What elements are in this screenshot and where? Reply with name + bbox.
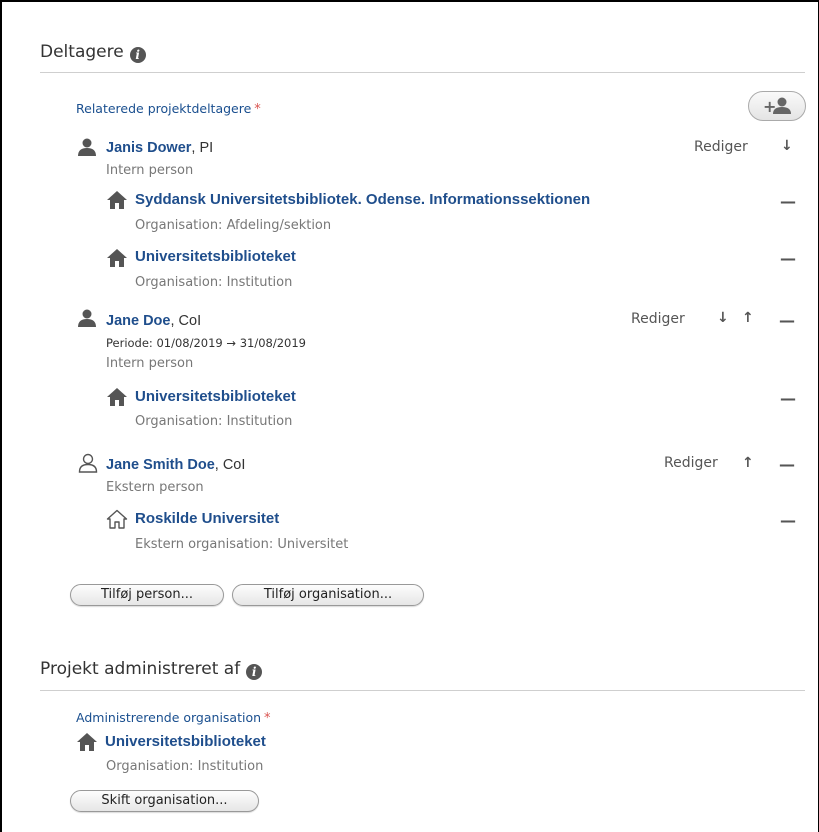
required-marker: * bbox=[254, 102, 261, 117]
building-outline-icon bbox=[106, 509, 128, 529]
participants-section-title: Deltagere i bbox=[40, 42, 146, 63]
person-outline-icon bbox=[78, 453, 98, 473]
add-person-icon: + bbox=[763, 97, 791, 116]
move-up-icon[interactable]: ↑ bbox=[742, 455, 754, 471]
person-role: , PI bbox=[191, 140, 214, 156]
change-organisation-button[interactable]: Skift organisation... bbox=[70, 790, 259, 812]
person-filled-icon bbox=[78, 138, 96, 156]
org-type: Organisation: Institution bbox=[135, 275, 293, 290]
field-label-text: Administrerende organisation bbox=[76, 710, 262, 725]
info-icon[interactable]: i bbox=[246, 664, 263, 680]
building-filled-icon bbox=[107, 191, 127, 209]
person-type: Ekstern person bbox=[106, 480, 204, 495]
managed-title-text: Projekt administreret af bbox=[40, 659, 241, 679]
building-filled-icon bbox=[77, 733, 97, 751]
remove-icon[interactable]: — bbox=[780, 249, 796, 268]
person-name-link[interactable]: Janis Dower bbox=[106, 140, 191, 156]
person-role: , CoI bbox=[214, 457, 246, 473]
edit-link[interactable]: Rediger bbox=[694, 139, 748, 155]
edit-link[interactable]: Rediger bbox=[664, 455, 718, 471]
person-role: , CoI bbox=[170, 313, 202, 329]
add-participant-button[interactable]: + bbox=[748, 91, 806, 121]
remove-icon[interactable]: — bbox=[779, 311, 795, 330]
info-icon[interactable]: i bbox=[129, 47, 146, 63]
org-type: Organisation: Afdeling/sektion bbox=[135, 218, 332, 233]
person-period: Periode: 01/08/2019 → 31/08/2019 bbox=[106, 336, 306, 350]
org-name-link[interactable]: Universitetsbiblioteket bbox=[135, 388, 296, 405]
remove-icon[interactable]: — bbox=[779, 455, 795, 474]
edit-link[interactable]: Rediger bbox=[631, 311, 685, 327]
move-up-icon[interactable]: ↑ bbox=[742, 310, 754, 326]
remove-icon[interactable]: — bbox=[780, 389, 796, 408]
section-divider bbox=[40, 72, 805, 73]
move-down-icon[interactable]: ↓ bbox=[781, 138, 793, 154]
section-divider bbox=[40, 690, 805, 691]
org-name-link[interactable]: Syddansk Universitetsbibliotek. Odense. … bbox=[135, 191, 590, 208]
field-label-text: Relaterede projektdeltagere bbox=[76, 101, 252, 116]
building-filled-icon bbox=[107, 388, 127, 406]
person-row-janis: Janis Dower, PI bbox=[106, 137, 213, 156]
add-person-button[interactable]: Tilføj person... bbox=[70, 584, 224, 606]
person-row-jane-doe: Jane Doe, CoI bbox=[106, 310, 201, 329]
page-frame: Deltagere i Relaterede projektdeltagere * … bbox=[0, 0, 819, 832]
add-organisation-button[interactable]: Tilføj organisation... bbox=[232, 584, 424, 606]
remove-icon[interactable]: — bbox=[780, 511, 796, 530]
org-type: Organisation: Institution bbox=[135, 414, 293, 429]
person-row-jane-smith-doe: Jane Smith Doe, CoI bbox=[106, 454, 245, 473]
person-type: Intern person bbox=[106, 163, 194, 178]
managing-org-link[interactable]: Universitetsbiblioteket bbox=[105, 733, 266, 750]
person-filled-icon bbox=[78, 309, 96, 327]
org-type: Ekstern organisation: Universitet bbox=[135, 537, 349, 552]
required-marker: * bbox=[264, 711, 271, 726]
person-type: Intern person bbox=[106, 356, 194, 371]
managing-org-type: Organisation: Institution bbox=[106, 759, 264, 774]
managing-org-label: Administrerende organisation * bbox=[76, 710, 271, 726]
managed-section-title: Projekt administreret af i bbox=[40, 659, 263, 680]
org-name-link[interactable]: Roskilde Universitet bbox=[135, 510, 279, 527]
org-name-link[interactable]: Universitetsbiblioteket bbox=[135, 248, 296, 265]
move-down-icon[interactable]: ↓ bbox=[717, 310, 729, 326]
participants-title-text: Deltagere bbox=[40, 42, 124, 62]
remove-icon[interactable]: — bbox=[780, 192, 796, 211]
person-name-link[interactable]: Jane Doe bbox=[106, 313, 170, 329]
person-name-link[interactable]: Jane Smith Doe bbox=[106, 457, 215, 473]
related-participants-label: Relaterede projektdeltagere * bbox=[76, 101, 261, 117]
building-filled-icon bbox=[107, 249, 127, 267]
